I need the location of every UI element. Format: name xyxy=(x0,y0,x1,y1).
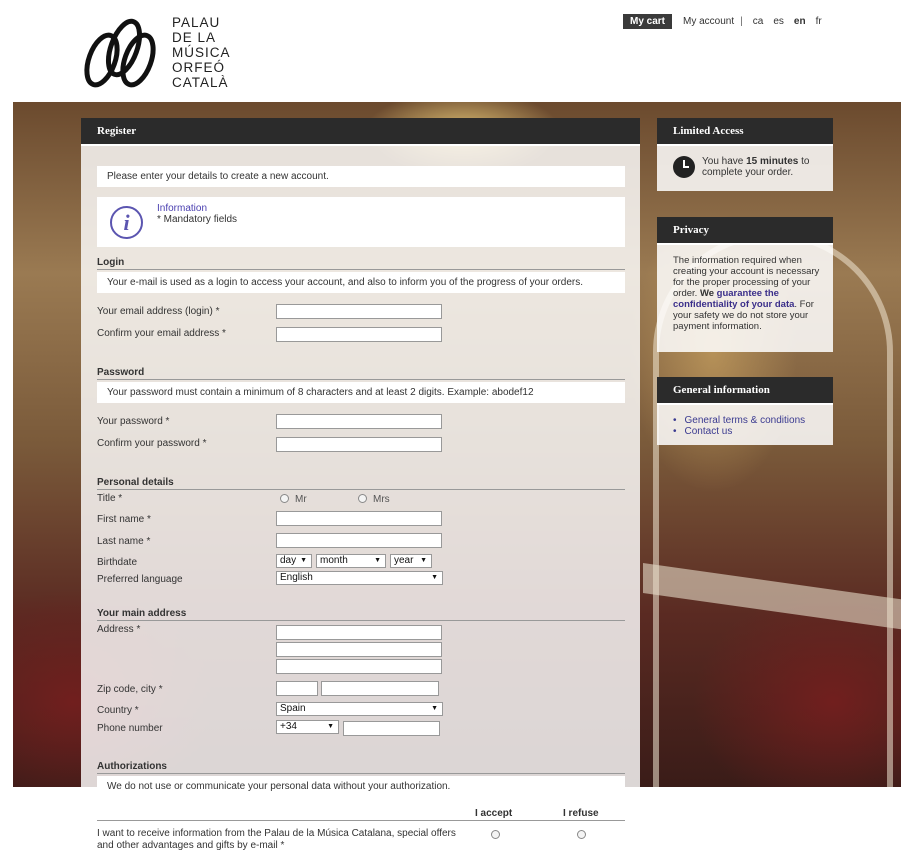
clock-icon xyxy=(673,156,695,178)
confirm-password-input[interactable] xyxy=(276,437,442,452)
address-section-title: Your main address xyxy=(97,609,625,621)
limited-access-panel: Limited Access You have 15 minutes to co… xyxy=(657,118,833,191)
nav-separator: | xyxy=(740,16,743,27)
confirm-password-label: Confirm your password * xyxy=(97,438,207,449)
authorizations-divider xyxy=(97,820,625,821)
chevron-down-icon: ▼ xyxy=(420,557,427,564)
terms-link[interactable]: • General terms & conditions xyxy=(673,415,805,426)
general-info-links: • General terms & conditions • Contact us xyxy=(673,415,805,437)
address-line2-input[interactable] xyxy=(276,642,442,657)
my-cart-button[interactable]: My cart xyxy=(623,14,673,29)
privacy-text: The information required when creating y… xyxy=(673,255,820,332)
language-select[interactable]: English ▼ xyxy=(276,571,443,585)
birth-month-select[interactable]: month ▼ xyxy=(316,554,386,568)
login-section-title: Login xyxy=(97,258,625,270)
personal-section-title: Personal details xyxy=(97,478,625,490)
contact-link[interactable]: • Contact us xyxy=(673,426,805,437)
first-name-label: First name * xyxy=(97,514,151,525)
country-select[interactable]: Spain ▼ xyxy=(276,702,443,716)
phone-input[interactable] xyxy=(343,721,440,736)
lang-ca[interactable]: ca xyxy=(753,16,764,27)
password-label: Your password * xyxy=(97,416,170,427)
email-input[interactable] xyxy=(276,304,442,319)
city-input[interactable] xyxy=(321,681,439,696)
country-label: Country * xyxy=(97,705,139,716)
password-note: Your password must contain a minimum of … xyxy=(97,382,625,403)
mandatory-note: * Mandatory fields xyxy=(157,214,238,225)
authorizations-section-title: Authorizations xyxy=(97,762,625,774)
last-name-label: Last name * xyxy=(97,536,151,547)
privacy-panel: Privacy The information required when cr… xyxy=(657,217,833,352)
first-name-input[interactable] xyxy=(276,511,442,526)
info-title: Information xyxy=(157,203,208,214)
language-label: Preferred language xyxy=(97,574,183,585)
phone-prefix-select[interactable]: +34 ▼ xyxy=(276,720,339,734)
limited-access-text: You have 15 minutes to complete your ord… xyxy=(702,156,810,178)
birth-day-select[interactable]: day ▼ xyxy=(276,554,312,568)
chevron-down-icon: ▼ xyxy=(431,574,438,581)
accept-header: I accept xyxy=(475,808,513,819)
mr-radio[interactable] xyxy=(280,494,289,503)
general-info-panel: General information • General terms & con… xyxy=(657,377,833,445)
address-label: Address * xyxy=(97,624,141,635)
address-line1-input[interactable] xyxy=(276,625,442,640)
register-panel: Register Please enter your details to cr… xyxy=(81,118,640,863)
confirm-email-label: Confirm your email address * xyxy=(97,328,226,339)
privacy-title: Privacy xyxy=(657,217,833,245)
password-input[interactable] xyxy=(276,414,442,429)
lang-fr[interactable]: fr xyxy=(816,16,822,27)
zip-input[interactable] xyxy=(276,681,318,696)
register-title: Register xyxy=(81,118,640,146)
confirm-email-input[interactable] xyxy=(276,327,442,342)
mr-label: Mr xyxy=(295,494,307,505)
refuse-header: I refuse xyxy=(563,808,599,819)
password-section-title: Password xyxy=(97,368,625,380)
chevron-down-icon: ▼ xyxy=(327,723,334,730)
top-navigation: My cart My account | ca es en fr xyxy=(623,14,832,29)
zip-label: Zip code, city * xyxy=(97,684,163,695)
title-label: Title * xyxy=(97,493,123,504)
last-name-input[interactable] xyxy=(276,533,442,548)
lang-en[interactable]: en xyxy=(794,16,806,27)
email-label: Your email address (login) * xyxy=(97,306,220,317)
mrs-radio[interactable] xyxy=(358,494,367,503)
consent-accept-radio[interactable] xyxy=(491,830,500,839)
lang-es[interactable]: es xyxy=(773,16,784,27)
my-account-link[interactable]: My account xyxy=(683,16,734,27)
limited-access-title: Limited Access xyxy=(657,118,833,146)
login-note: Your e-mail is used as a login to access… xyxy=(97,272,625,293)
address-line3-input[interactable] xyxy=(276,659,442,674)
email-marketing-consent: I want to receive information from the P… xyxy=(97,828,456,851)
general-info-title: General information xyxy=(657,377,833,405)
info-box: i Information * Mandatory fields xyxy=(97,197,625,247)
chevron-down-icon: ▼ xyxy=(431,705,438,712)
intro-text: Please enter your details to create a ne… xyxy=(97,166,625,187)
page: PALAU DE LA MÚSICA ORFEÓ CATALÀ My cart … xyxy=(0,0,911,863)
logo-text: PALAU DE LA MÚSICA ORFEÓ CATALÀ xyxy=(172,15,231,90)
chevron-down-icon: ▼ xyxy=(300,557,307,564)
info-icon: i xyxy=(110,206,143,239)
authorizations-note: We do not use or communicate your person… xyxy=(97,776,625,797)
consent-refuse-radio[interactable] xyxy=(577,830,586,839)
phone-label: Phone number xyxy=(97,723,163,734)
mrs-label: Mrs xyxy=(373,494,390,505)
birth-year-select[interactable]: year ▼ xyxy=(390,554,432,568)
birthdate-label: Birthdate xyxy=(97,557,138,568)
chevron-down-icon: ▼ xyxy=(374,557,381,564)
